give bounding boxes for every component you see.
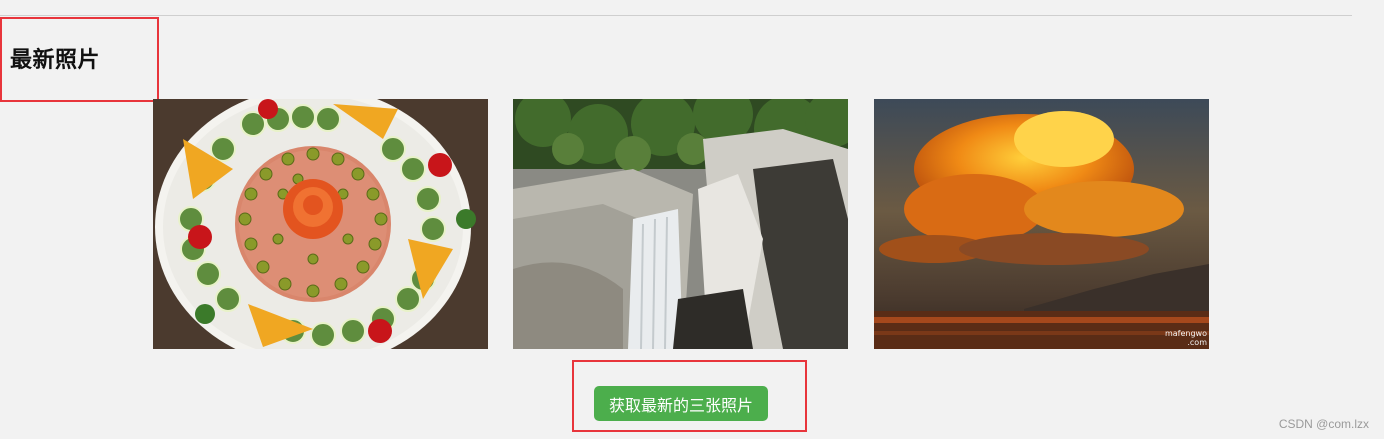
sunset-clouds-icon bbox=[874, 99, 1209, 349]
photo-watermark: mafengwo .com bbox=[1164, 329, 1207, 347]
button-highlight-box bbox=[572, 360, 807, 432]
title-highlight-box bbox=[0, 17, 159, 102]
food-platter-icon bbox=[153, 99, 488, 349]
top-divider bbox=[0, 15, 1352, 16]
photo-waterfall[interactable] bbox=[513, 99, 848, 349]
photo-sunset[interactable]: mafengwo .com bbox=[874, 99, 1209, 349]
waterfall-icon bbox=[513, 99, 848, 349]
photo-food-platter[interactable] bbox=[153, 99, 488, 349]
photo-gallery: mafengwo .com bbox=[153, 99, 1209, 349]
page: 最新照片 mafengwo .com 获取最新的三张照片 CSDN @com.l… bbox=[0, 0, 1384, 439]
csdn-watermark: CSDN @com.lzx bbox=[1278, 417, 1369, 431]
